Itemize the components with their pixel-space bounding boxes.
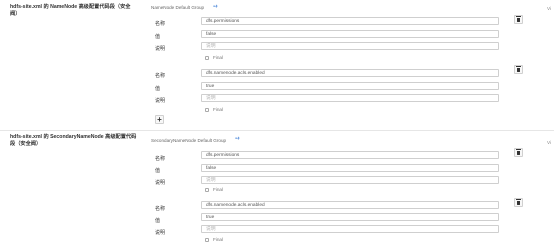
name-label: 名称 xyxy=(155,206,166,212)
value-input[interactable]: false xyxy=(201,30,499,38)
description-label: 说明 xyxy=(155,180,166,186)
group-label-secondarynamenode[interactable]: SecondaryNameNode Default Group xyxy=(151,138,226,143)
view-link[interactable]: Vi xyxy=(547,140,551,145)
final-checkbox[interactable] xyxy=(205,108,209,112)
value-input[interactable]: true xyxy=(201,82,499,90)
trash-icon xyxy=(516,199,521,205)
description-input[interactable]: 说明 xyxy=(201,42,499,50)
value-input[interactable]: false xyxy=(201,164,499,172)
name-label: 名称 xyxy=(155,156,166,162)
final-label: Final xyxy=(213,237,223,242)
trash-icon xyxy=(516,66,521,72)
group-label-namenode[interactable]: NameNode Default Group xyxy=(151,5,204,10)
delete-entry-button[interactable] xyxy=(514,198,523,207)
final-checkbox[interactable] xyxy=(205,188,209,192)
view-link[interactable]: Vi xyxy=(547,6,551,11)
delete-entry-button[interactable] xyxy=(514,65,523,74)
delete-entry-button[interactable] xyxy=(514,15,523,24)
description-input[interactable]: 说明 xyxy=(201,94,499,102)
final-label: Final xyxy=(213,107,223,112)
description-input[interactable]: 说明 xyxy=(201,225,499,233)
value-label: 值 xyxy=(155,86,161,92)
description-label: 说明 xyxy=(155,230,166,236)
trash-icon xyxy=(516,149,521,155)
value-label: 值 xyxy=(155,218,161,224)
name-input[interactable]: dfs.permissions xyxy=(201,151,499,159)
description-input[interactable]: 说明 xyxy=(201,176,499,184)
value-input[interactable]: true xyxy=(201,213,499,221)
section-title-secondarynamenode: hdfs-site.xml 的 SecondaryNameNode 高级配置代码… xyxy=(10,134,137,147)
pin-icon[interactable]: ➺ xyxy=(235,135,240,142)
value-label: 值 xyxy=(155,168,161,174)
description-label: 说明 xyxy=(155,98,166,104)
name-label: 名称 xyxy=(155,21,166,27)
final-checkbox[interactable] xyxy=(205,238,209,242)
final-label: Final xyxy=(213,55,223,60)
section-title-namenode: hdfs-site.xml 的 NameNode 高级配置代码段（安全阀） xyxy=(10,4,131,17)
final-checkbox[interactable] xyxy=(205,56,209,60)
name-input[interactable]: dfs.namenode.acls.enabled xyxy=(201,69,499,77)
pin-icon[interactable]: ➺ xyxy=(213,3,218,10)
description-label: 说明 xyxy=(155,46,166,52)
trash-icon xyxy=(516,16,521,22)
name-input[interactable]: dfs.namenode.acls.enabled xyxy=(201,201,499,209)
section-divider xyxy=(0,130,554,131)
value-label: 值 xyxy=(155,34,161,40)
delete-entry-button[interactable] xyxy=(514,148,523,157)
name-label: 名称 xyxy=(155,73,166,79)
final-label: Final xyxy=(213,187,223,192)
add-entry-button[interactable]: + xyxy=(155,115,164,124)
name-input[interactable]: dfs.permissions xyxy=(201,17,499,25)
